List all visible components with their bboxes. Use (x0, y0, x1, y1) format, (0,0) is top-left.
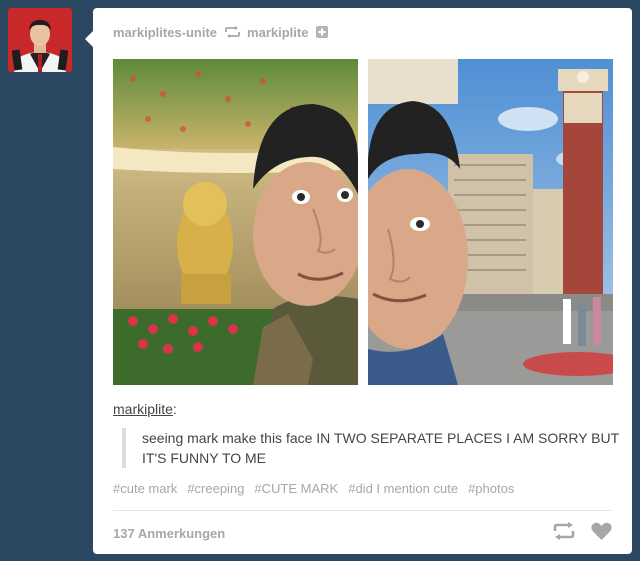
photo-right[interactable] (368, 59, 613, 385)
post-card: markiplites-unite markiplite markiplite:… (93, 8, 632, 554)
post-pointer (85, 31, 93, 47)
heart-icon[interactable] (591, 522, 612, 540)
photo-left[interactable] (113, 59, 358, 385)
quote-block: seeing mark make this face IN TWO SEPARA… (122, 428, 622, 468)
reblog-icon[interactable] (553, 522, 575, 540)
reblogged-from-link[interactable]: markiplite (247, 25, 308, 40)
footer-divider (113, 510, 612, 511)
tag-link[interactable]: #cute mark (113, 481, 177, 496)
notes-count[interactable]: 137 Anmerkungen (113, 526, 225, 541)
tag-link[interactable]: #CUTE MARK (254, 481, 338, 496)
tag-link[interactable]: #did I mention cute (348, 481, 458, 496)
avatar[interactable] (8, 8, 72, 72)
tag-link[interactable]: #creeping (187, 481, 244, 496)
post-author-link[interactable]: markiplites-unite (113, 25, 217, 40)
quote-text: seeing mark make this face IN TWO SEPARA… (142, 430, 619, 466)
tag-list: #cute mark #creeping #CUTE MARK #did I m… (113, 481, 514, 496)
source-user-link[interactable]: markiplite (113, 401, 173, 417)
post-controls (553, 522, 612, 540)
plus-square-icon[interactable] (316, 26, 329, 38)
attribution: markiplite: (113, 401, 177, 417)
tag-link[interactable]: #photos (468, 481, 514, 496)
reblog-icon (225, 26, 240, 38)
attribution-colon: : (172, 401, 177, 417)
post-header: markiplites-unite markiplite (113, 24, 329, 40)
